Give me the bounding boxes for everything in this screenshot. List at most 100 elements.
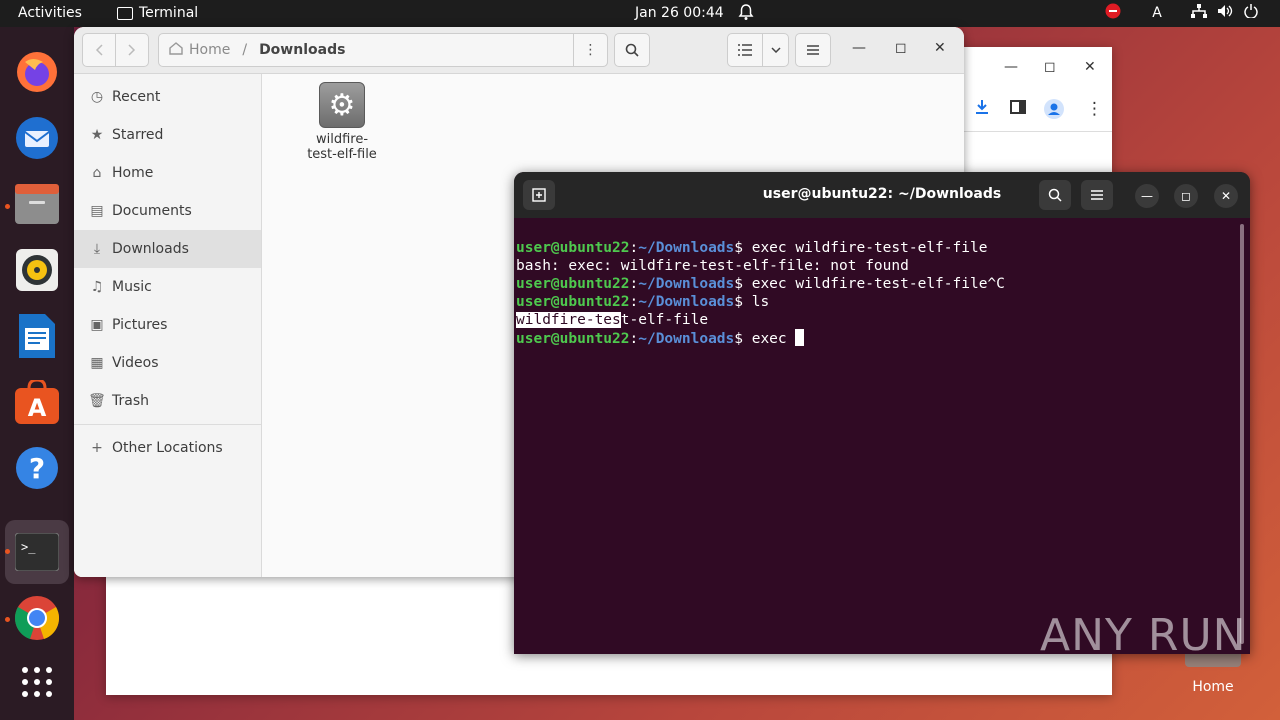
network-icon[interactable] [1186, 4, 1212, 22]
document-icon: ▤ [90, 203, 104, 219]
sidebar-item-label: Music [112, 279, 152, 295]
thunderbird-icon[interactable] [12, 113, 62, 163]
file-item[interactable]: ⚙ wildfire- test-elf-file [304, 82, 380, 162]
volume-icon[interactable] [1212, 4, 1238, 22]
terminal-line: user@ubuntu22:~/Downloads$ exec wildfire… [516, 276, 1005, 292]
sidebar-item-videos[interactable]: ▦ Videos [74, 344, 261, 382]
terminal-window: user@ubuntu22: ~/Downloads — ◻ ✕ user@ub… [514, 172, 1250, 654]
plus-icon: + [91, 440, 103, 456]
terminal-headerbar: user@ubuntu22: ~/Downloads — ◻ ✕ [514, 172, 1250, 218]
terminal-line: user@ubuntu22:~/Downloads$ ls [516, 294, 770, 310]
top-bar: Activities Terminal Jan 26 00:44 A [0, 0, 1280, 27]
sidebar-item-label: Downloads [112, 241, 189, 257]
menu-kebab-icon[interactable]: ⋮ [1086, 99, 1103, 119]
terminal-line: bash: exec: wildfire-test-elf-file: not … [516, 258, 909, 274]
sidebar-item-downloads[interactable]: ⤓ Downloads [74, 230, 261, 268]
sidebar-item-starred[interactable]: ★ Starred [74, 116, 261, 154]
power-icon[interactable] [1238, 4, 1264, 22]
desktop-home-label: Home [1192, 679, 1234, 695]
back-button[interactable] [82, 33, 116, 67]
svg-text:>_: >_ [21, 540, 36, 554]
music-icon: ♫ [90, 279, 104, 295]
minimize-icon[interactable]: — [1135, 184, 1159, 208]
rhythmbox-icon[interactable] [12, 245, 62, 295]
picture-icon: ▣ [90, 317, 104, 333]
sidebar-item-label: Trash [112, 393, 149, 409]
activities-button[interactable]: Activities [18, 5, 82, 21]
help-icon[interactable]: ? [12, 443, 62, 493]
sidebar-item-home[interactable]: ⌂ Home [74, 154, 261, 192]
selected-text: wildfire-tes [516, 312, 621, 328]
show-apps-icon[interactable] [12, 657, 62, 707]
app-menu[interactable]: Terminal [117, 5, 198, 21]
sidebar-item-pictures[interactable]: ▣ Pictures [74, 306, 261, 344]
stop-icon[interactable] [1098, 3, 1128, 23]
list-view-button[interactable] [727, 33, 763, 67]
home-icon [169, 41, 183, 59]
writer-icon[interactable] [12, 311, 62, 361]
sidebar-item-label: Home [112, 165, 154, 181]
files-headerbar: Home / Downloads ⋮ — ◻ ✕ [74, 27, 964, 74]
svg-text:?: ? [29, 452, 45, 485]
terminal-search-button[interactable] [1039, 180, 1071, 210]
sidepanel-icon[interactable] [1010, 99, 1026, 120]
sidebar-item-recent[interactable]: ◷ Recent [74, 78, 261, 116]
sidebar-item-music[interactable]: ♫ Music [74, 268, 261, 306]
terminal-line: user@ubuntu22:~/Downloads$ exec [516, 329, 1248, 348]
terminal-output[interactable]: user@ubuntu22:~/Downloads$ exec wildfire… [514, 218, 1250, 387]
path-home[interactable]: Home [189, 42, 230, 58]
file-name-line2: test-elf-file [307, 147, 377, 162]
path-current[interactable]: Downloads [259, 42, 345, 58]
minimize-icon[interactable]: — [1004, 59, 1018, 75]
list-icon [738, 44, 752, 56]
sidebar-item-label: Other Locations [112, 440, 223, 456]
search-icon [1048, 188, 1062, 202]
trash-icon: 🗑︎ [88, 393, 106, 409]
sidebar: ◷ Recent ★ Starred ⌂ Home ▤ Documents ⤓ Downl… [74, 74, 262, 577]
sidebar-item-trash[interactable]: 🗑︎ Trash [74, 382, 261, 420]
profile-icon[interactable] [1044, 99, 1064, 124]
terminal-line: wildfire-test-elf-file [516, 312, 709, 328]
svg-text:A: A [28, 394, 47, 422]
home-icon: ⌂ [92, 165, 102, 181]
executable-gear-icon: ⚙ [319, 82, 365, 128]
sidebar-item-other-locations[interactable]: + Other Locations [74, 429, 261, 467]
close-icon[interactable]: ✕ [1214, 184, 1238, 208]
view-options-button[interactable] [762, 33, 789, 67]
close-icon[interactable]: ✕ [934, 40, 946, 56]
terminal-menu-button[interactable] [1081, 180, 1113, 210]
firefox-icon[interactable] [12, 47, 62, 97]
hamburger-icon [1091, 190, 1103, 200]
maximize-icon[interactable]: ◻ [895, 40, 907, 56]
star-icon: ★ [90, 127, 104, 143]
download-icon[interactable] [974, 99, 990, 120]
sidebar-item-label: Recent [112, 89, 161, 105]
scrollbar[interactable] [1240, 224, 1244, 644]
search-button[interactable] [614, 33, 650, 67]
sidebar-item-label: Starred [112, 127, 164, 143]
keyboard-icon[interactable]: A [1142, 5, 1172, 21]
bell-icon[interactable] [738, 3, 754, 25]
minimize-icon[interactable]: — [852, 40, 866, 56]
clock[interactable]: Jan 26 00:44 [635, 5, 724, 21]
chrome-icon[interactable] [12, 593, 62, 643]
files-icon[interactable] [12, 179, 62, 229]
close-icon[interactable]: ✕ [1084, 59, 1096, 75]
terminal-dock-icon[interactable]: >_ [12, 527, 62, 577]
forward-button[interactable] [115, 33, 149, 67]
maximize-icon[interactable]: ◻ [1174, 184, 1198, 208]
sidebar-item-label: Pictures [112, 317, 168, 333]
file-name-line1: wildfire- [315, 132, 369, 147]
software-icon[interactable]: A [12, 377, 62, 427]
sidebar-item-label: Videos [112, 355, 159, 371]
app-name: Terminal [139, 5, 199, 21]
clock-icon: ◷ [90, 89, 104, 105]
video-icon: ▦ [90, 355, 104, 371]
path-separator: / [242, 42, 248, 58]
sidebar-item-documents[interactable]: ▤ Documents [74, 192, 261, 230]
path-menu-button[interactable]: ⋮ [573, 33, 608, 67]
chevron-down-icon [770, 47, 781, 53]
main-menu-button[interactable] [795, 33, 831, 67]
path-bar[interactable]: Home / Downloads [158, 33, 608, 67]
maximize-icon[interactable]: ◻ [1044, 59, 1056, 75]
